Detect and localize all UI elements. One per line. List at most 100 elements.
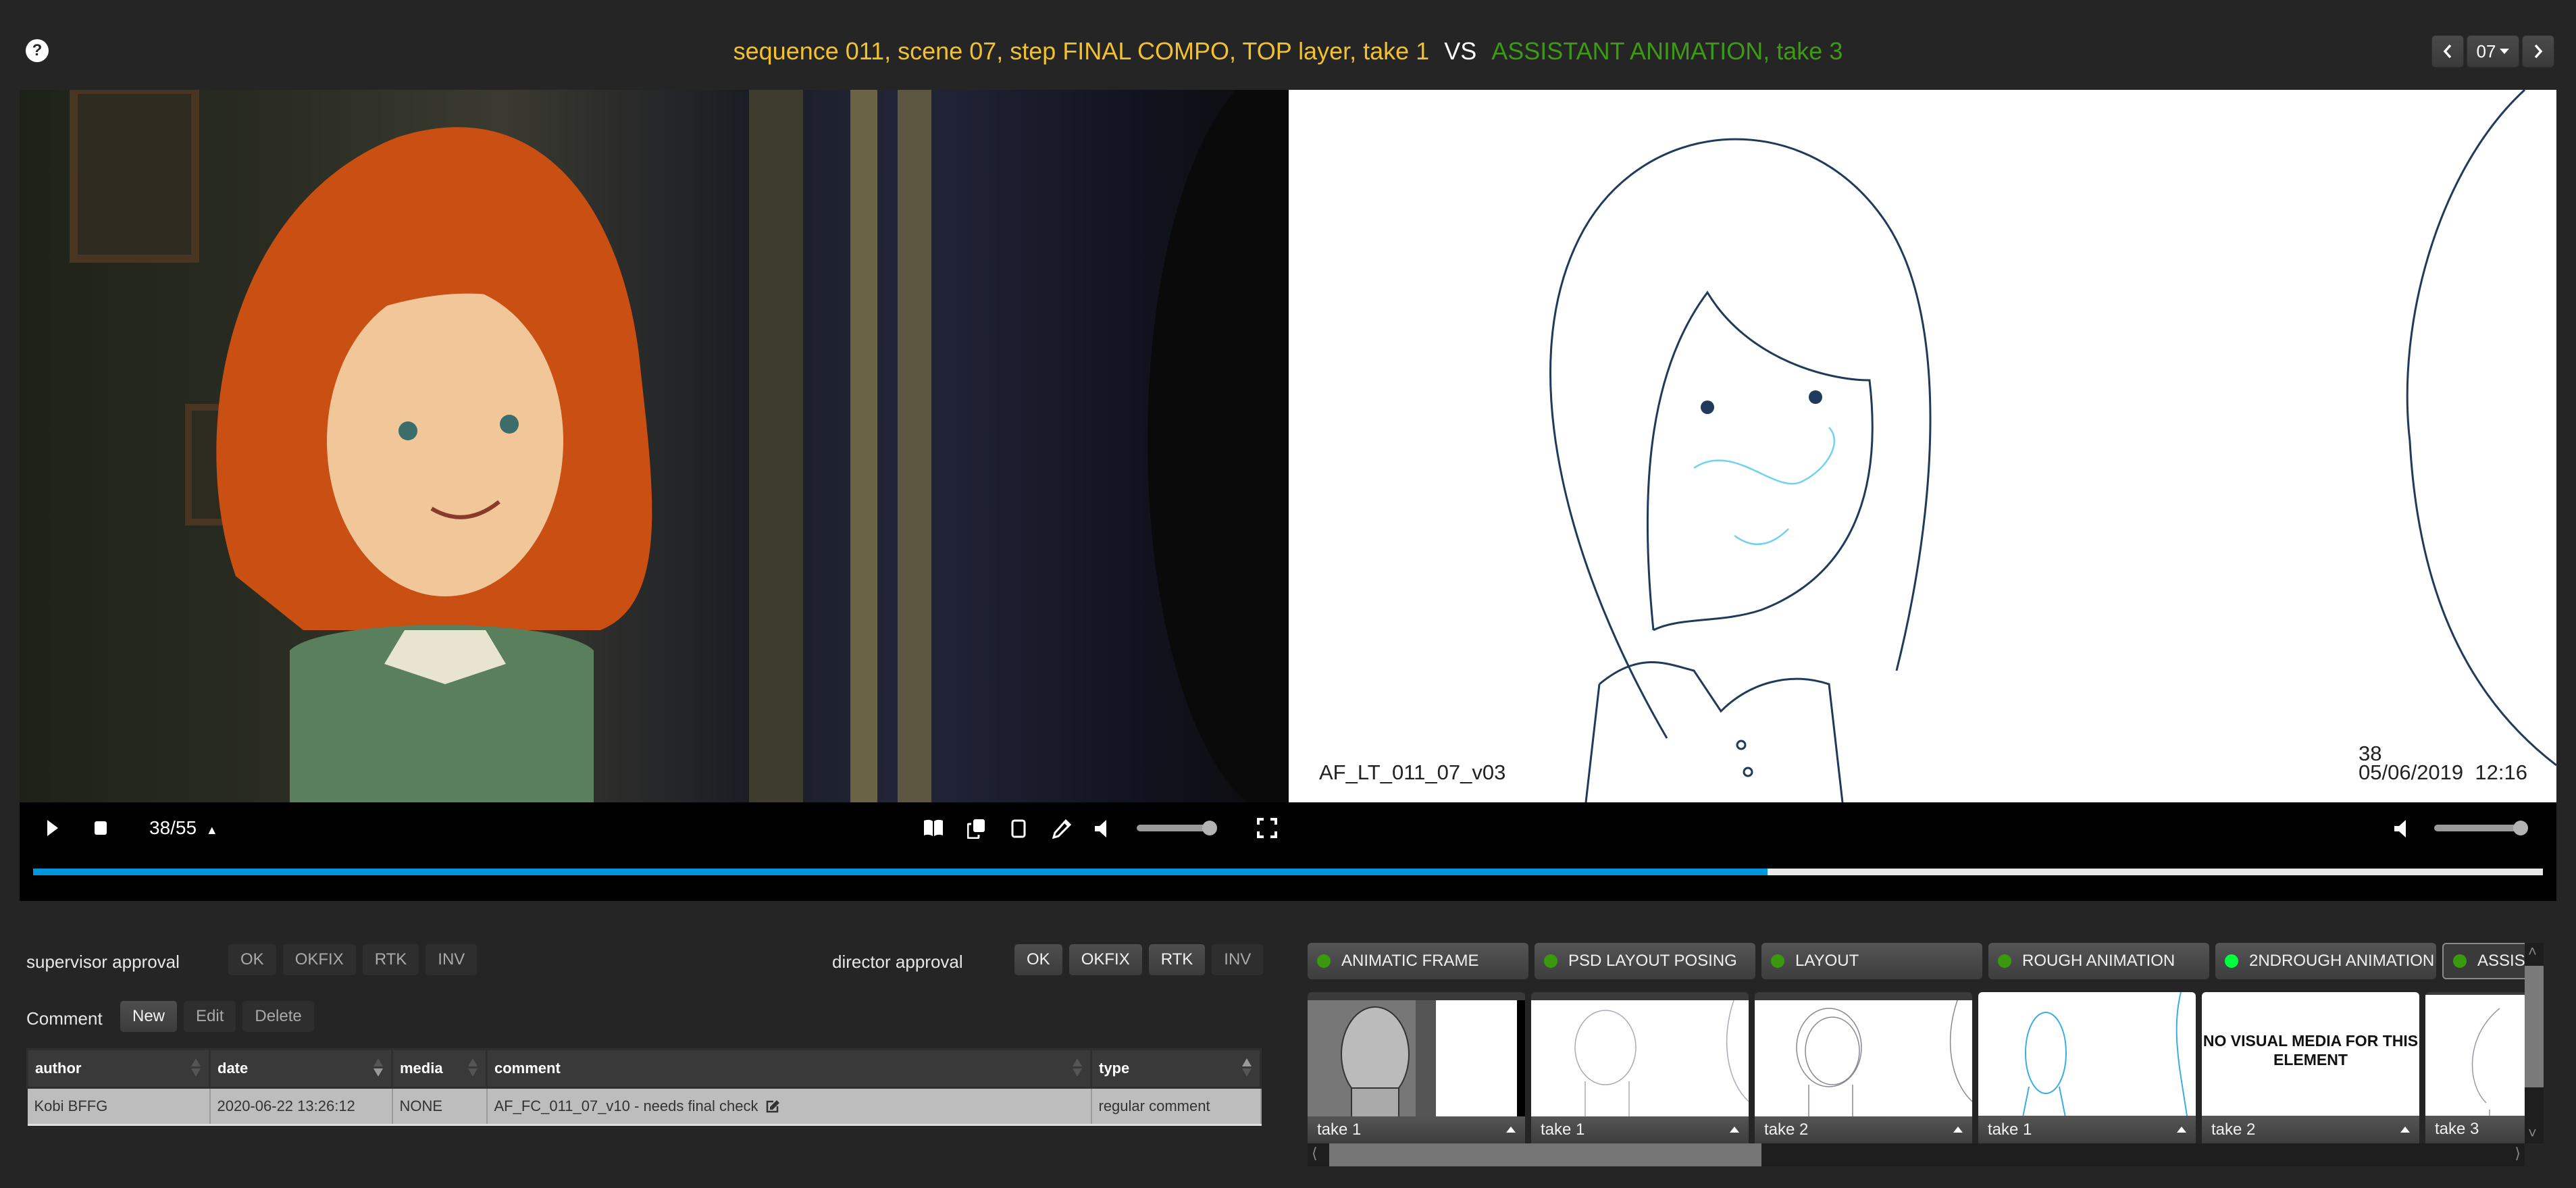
column-header-comment[interactable]: comment [486,1048,1092,1089]
horizontal-scroll-thumb[interactable] [1329,1143,1761,1166]
thumbnail-animatic-frame[interactable]: take 1 [1308,992,1525,1143]
thumbnails-horizontal-scrollbar[interactable]: ⟨ ⟩ [1308,1143,2525,1166]
comment-actions: New Edit Delete [120,1001,314,1032]
comments-table: author date media comment type Kobi BFFG… [26,1048,1262,1126]
scroll-right-icon[interactable]: ⟩ [2515,1145,2521,1162]
overlay-compare-button[interactable] [967,819,986,842]
chevron-left-icon [2443,44,2452,59]
take-selector[interactable]: take 2 [2202,1116,2419,1143]
column-header-type[interactable]: type [1090,1048,1262,1089]
column-header-author[interactable]: author [26,1048,211,1089]
single-view-button[interactable] [1011,819,1026,842]
comment-label: Comment [26,1008,103,1029]
sort-icon [468,1058,478,1077]
square-icon [1011,819,1026,838]
annotate-button[interactable] [1052,819,1072,842]
title-right: ASSISTANT ANIMATION, take 3 [1491,37,1843,65]
volume-icon [1095,820,1106,837]
scroll-up-icon[interactable]: ˄ [2528,943,2537,960]
vertical-scroll-thumb[interactable] [2525,966,2544,1087]
take-selector[interactable]: take 2 [1755,1116,1972,1143]
title-left: sequence 011, scene 07, step FINAL COMPO… [733,37,1430,65]
play-button[interactable] [45,818,60,842]
edit-icon[interactable] [765,1100,780,1113]
step-tab-2ndrough-animation[interactable]: 2NDROUGH ANIMATION [2215,943,2436,979]
column-header-media[interactable]: media [391,1048,488,1089]
step-tab-rough-animation[interactable]: ROUGH ANIMATION [1988,943,2209,979]
sort-desc-icon [373,1058,383,1077]
table-header-row: author date media comment type [26,1048,1262,1089]
step-tab-animatic-frame[interactable]: ANIMATIC FRAME [1308,943,1528,979]
scroll-down-icon[interactable]: ˅ [2528,1125,2537,1142]
final-compo-frame [70,90,1289,802]
status-dot-icon [2225,954,2238,968]
next-scene-button[interactable] [2522,35,2554,68]
step-tab-assistant-animation[interactable]: ASSISTANT ANIMATION [2442,943,2525,979]
caret-down-icon [2500,49,2510,54]
timestamp-overlay: 05/06/2019 12:16 [2359,760,2527,784]
director-ok-button[interactable]: OK [1014,944,1062,975]
step-tabs: ANIMATIC FRAME PSD LAYOUT POSING LAYOUT … [1308,943,2525,979]
book-view-button[interactable] [923,819,944,841]
thumbnail-image [1978,992,2196,1116]
take-selector[interactable]: take 1 [1531,1116,1749,1143]
caret-up-icon [2400,1127,2410,1133]
prev-scene-button[interactable] [2431,35,2464,68]
thumbnails-vertical-scrollbar[interactable]: ˄ ˅ [2525,943,2544,1143]
director-rtk-button[interactable]: RTK [1148,944,1206,975]
left-media-viewer[interactable] [20,90,1289,802]
right-media-viewer[interactable]: AF_LT_011_07_v03 38 05/06/2019 12:16 [1289,90,2556,802]
comparison-title: sequence 011, scene 07, step FINAL COMPO… [0,32,2576,70]
no-media-text: NO VISUAL MEDIA FOR THIS ELEMENT [2203,1032,2419,1068]
take-thumbnails: take 1 take 1 take 2 take 1 NO VISUAL ME… [1308,992,2525,1143]
sort-icon [191,1058,201,1077]
column-header-date[interactable]: date [209,1048,393,1089]
thumbnail-image [1531,1000,1749,1116]
supervisor-approval-buttons: OK OKFIX RTK INV [228,944,478,975]
left-volume-slider[interactable] [1137,821,1217,835]
step-tab-psd-layout-posing[interactable]: PSD LAYOUT POSING [1535,943,1755,979]
thumbnail-rough-animation[interactable]: take 1 [1978,992,2196,1143]
thumbnail-psd-layout-posing[interactable]: take 1 [1531,992,1749,1143]
frame-counter[interactable]: 38/55 ▲ [149,815,218,844]
take-selector[interactable]: take 1 [1308,1116,1525,1143]
thumbnail-layout[interactable]: take 2 [1755,992,1972,1143]
supervisor-okfix-button[interactable]: OKFIX [282,944,356,975]
supervisor-approval-label: supervisor approval [26,952,180,972]
take-selector[interactable]: take 3 [2425,1115,2525,1143]
delete-comment-button[interactable]: Delete [242,1001,314,1032]
right-volume-slider[interactable] [2434,821,2528,835]
left-mute-button[interactable] [1094,819,1108,842]
edit-comment-button[interactable]: Edit [184,1001,236,1032]
scene-select[interactable]: 07 [2467,35,2519,68]
table-row[interactable]: Kobi BFFG 2020-06-22 13:26:12 NONE AF_FC… [27,1087,1262,1126]
copy-icon [967,819,985,840]
right-volume-track [2434,825,2521,831]
title-vs: VS [1444,37,1477,65]
new-comment-button[interactable]: New [120,1001,178,1032]
supervisor-rtk-button[interactable]: RTK [362,944,419,975]
status-dot-icon [1998,954,2011,968]
supervisor-inv-button[interactable]: INV [426,944,478,975]
player-controls: 38/55 ▲ [20,802,2556,901]
right-mute-button[interactable] [2394,819,2407,842]
right-volume-knob[interactable] [2513,821,2528,835]
cell-media: NONE [392,1087,488,1126]
stop-button[interactable] [94,821,107,839]
scroll-left-icon[interactable]: ⟨ [1312,1145,1318,1162]
timeline-scrubber[interactable] [33,869,2543,875]
director-inv-button[interactable]: INV [1212,944,1264,975]
sort-icon [1073,1058,1082,1077]
left-volume-knob[interactable] [1202,821,1217,835]
thumbnail-2ndrough-animation[interactable]: NO VISUAL MEDIA FOR THIS ELEMENT take 2 [2202,992,2419,1143]
cell-type: regular comment [1091,1087,1262,1126]
step-tab-layout[interactable]: LAYOUT [1761,943,1982,979]
cell-comment: AF_FC_011_07_v10 - needs final check [486,1087,1092,1126]
scene-select-value: 07 [2476,41,2496,61]
fullscreen-button[interactable] [1257,818,1277,842]
supervisor-ok-button[interactable]: OK [228,944,276,975]
take-selector[interactable]: take 1 [1978,1116,2196,1143]
pencil-icon [1052,819,1072,840]
thumbnail-assistant-animation[interactable]: take 3 [2425,992,2525,1143]
director-okfix-button[interactable]: OKFIX [1068,944,1142,975]
